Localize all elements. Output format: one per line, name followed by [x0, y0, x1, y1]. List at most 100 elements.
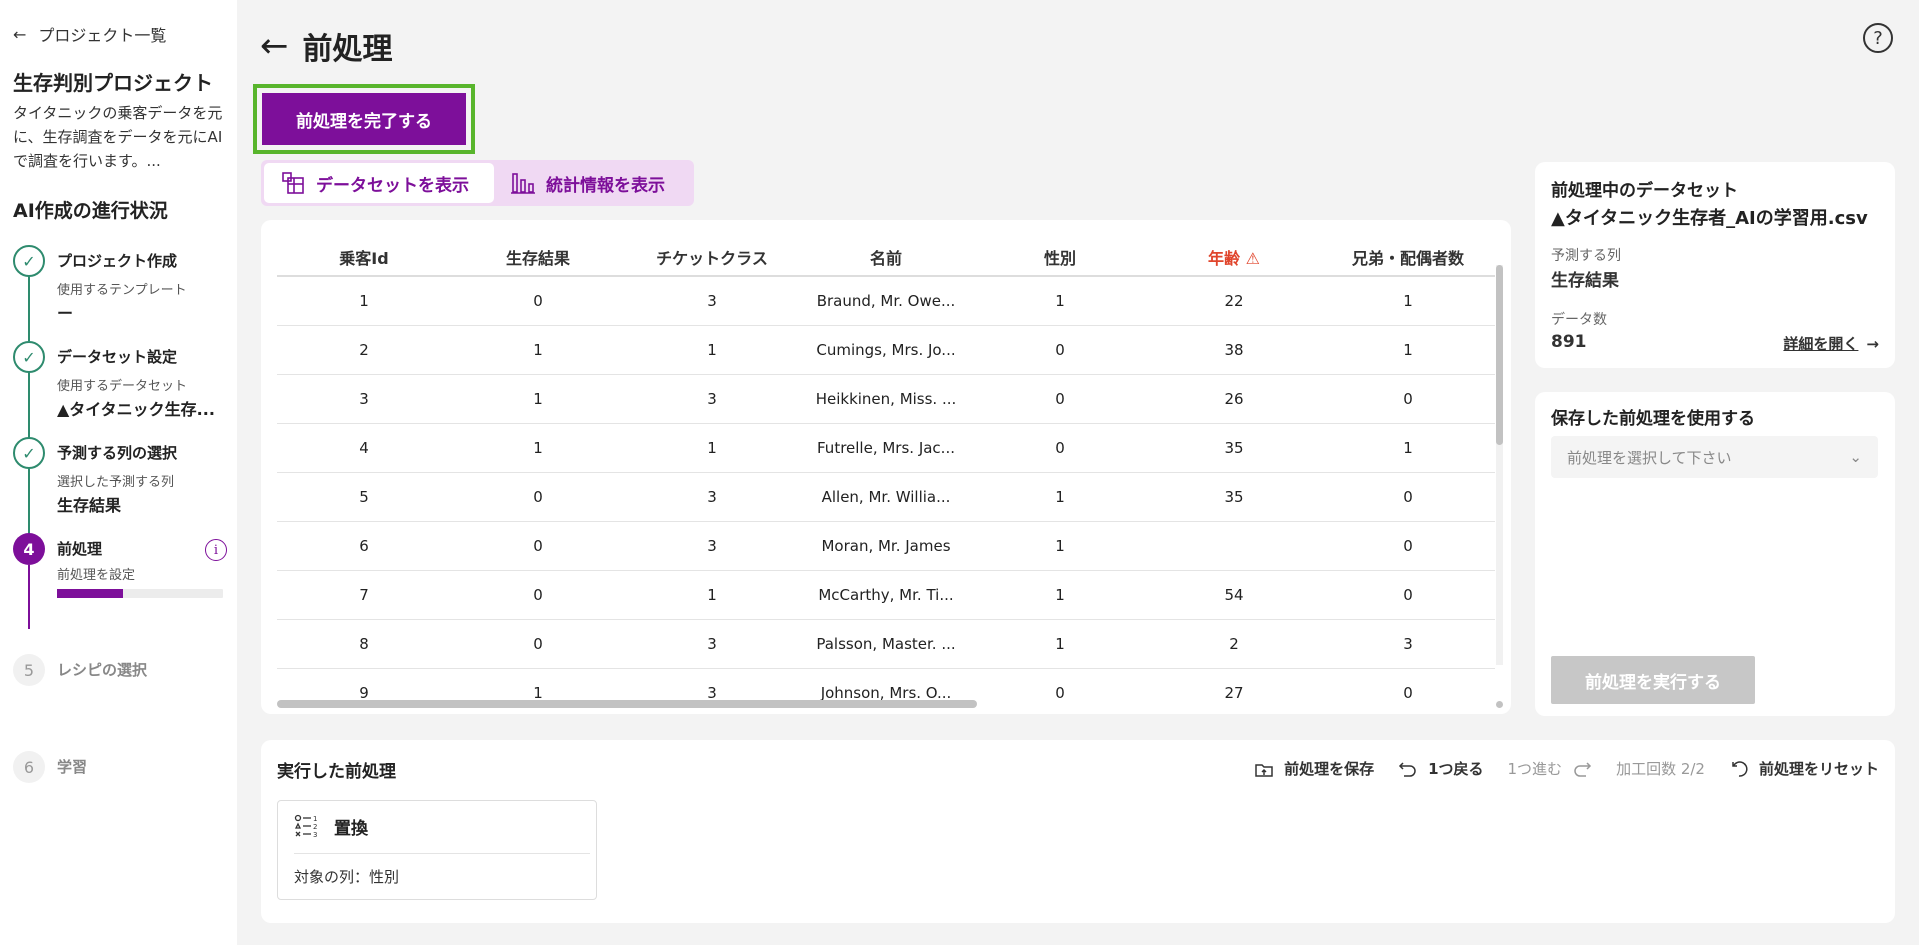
executed-heading: 実行した前処理 [277, 762, 396, 782]
svg-text:1: 1 [313, 815, 317, 823]
saved-preprocess-select[interactable]: 前処理を選択して下さい ⌄ [1551, 436, 1878, 478]
table-cell: 1 [277, 276, 451, 326]
save-preprocess-button[interactable]: 前処理を保存 [1254, 758, 1374, 779]
complete-preprocess-button[interactable]: 前処理を完了する [262, 93, 466, 145]
save-label: 前処理を保存 [1284, 760, 1375, 778]
target-column-label: 予測する列 [1551, 248, 1621, 264]
table-cell: 0 [451, 521, 625, 571]
table-cell: 6 [277, 521, 451, 571]
step-number: 5 [13, 654, 45, 686]
table-cell: 1 [1321, 325, 1495, 375]
run-preprocess-button[interactable]: 前処理を実行する [1551, 656, 1755, 704]
table-cell: 1 [451, 325, 625, 375]
table-cell: 0 [973, 423, 1147, 473]
redo-icon [1574, 761, 1592, 777]
column-header[interactable]: 性別 [973, 238, 1147, 277]
table-cell: 0 [1321, 521, 1495, 571]
scrollbar-thumb[interactable] [1496, 265, 1503, 445]
column-header[interactable]: 名前 [799, 238, 973, 277]
step-title: 前処理 [57, 540, 103, 558]
data-count-value: 891 [1551, 332, 1587, 352]
svg-text:3: 3 [313, 831, 317, 839]
dataset-name: ▲タイタニック生存者_AIの学習用.csv [1551, 208, 1868, 229]
table-row[interactable]: 3 1 3 Heikkinen, Miss. ... 0 26 0 [277, 374, 1495, 424]
table-row[interactable]: 7 0 1 McCarthy, Mr. Ti... 1 54 0 [277, 570, 1495, 620]
replace-icon: 1 2 3 [294, 814, 317, 839]
horizontal-scrollbar[interactable] [277, 700, 1503, 708]
table-cell: 1 [451, 423, 625, 473]
table-cell: 0 [451, 276, 625, 326]
dataset-table: 乗客Id 生存結果 チケットクラス 名前 性別 年齢 ⚠ 兄弟・配偶者数 103… [277, 238, 1495, 714]
step-progress-bar [57, 589, 223, 598]
dataset-info-card: 前処理中のデータセット ▲タイタニック生存者_AIの学習用.csv 予測する列 … [1535, 162, 1895, 368]
back-arrow-icon[interactable]: ← [260, 29, 289, 63]
arrow-right-icon: → [1866, 334, 1879, 353]
executed-toolbar: 前処理を保存 1つ戻る 1つ進む 加工回数 2/2 前処理をリセット [1254, 758, 1879, 779]
reset-preprocess-button[interactable]: 前処理をリセット [1729, 758, 1879, 779]
show-dataset-label: データセットを表示 [316, 175, 469, 196]
table-cell: 1 [625, 423, 799, 473]
table-cell: 0 [451, 570, 625, 620]
back-to-projects-link[interactable]: ← プロジェクト一覧 [13, 22, 166, 46]
column-header[interactable]: 生存結果 [451, 238, 625, 277]
table-row[interactable]: 4 1 1 Futrelle, Mrs. Jac... 0 35 1 [277, 423, 1495, 473]
table-row[interactable]: 1 0 3 Braund, Mr. Owe... 1 22 1 [277, 276, 1495, 326]
show-dataset-tab[interactable]: データセットを表示 [264, 163, 494, 203]
step-subtitle: 前処理を設定 [57, 568, 136, 583]
table-cell: Allen, Mr. Willia... [799, 472, 973, 522]
column-header[interactable]: 乗客Id [277, 238, 451, 277]
table-cell: 1 [1321, 423, 1495, 473]
table-cell: 35 [1147, 423, 1321, 473]
column-header[interactable]: 兄弟・配偶者数 [1321, 238, 1495, 277]
info-icon[interactable]: i [205, 539, 227, 561]
step-subtitle: 選択した予測する列 [57, 475, 175, 490]
scrollbar-thumb[interactable] [277, 700, 977, 708]
table-cell: 2 [277, 325, 451, 375]
table-cell: Heikkinen, Miss. ... [799, 374, 973, 424]
step-title: レシピの選択 [57, 661, 148, 679]
open-details-label: 詳細を開く [1783, 335, 1859, 353]
operation-card[interactable]: 1 2 3 置換 対象の列：性別 [277, 800, 597, 900]
page-header: ← 前処理 [260, 24, 393, 68]
help-icon[interactable]: ? [1863, 23, 1893, 53]
table-cell: 1 [625, 570, 799, 620]
undo-label: 1つ戻る [1428, 760, 1484, 778]
column-header-label: 年齢 [1208, 248, 1241, 268]
step-number: 6 [13, 751, 45, 783]
table-cell: 0 [1321, 570, 1495, 620]
svg-text:2: 2 [313, 823, 317, 831]
table-cell: Cumings, Mrs. Jo... [799, 325, 973, 375]
table-cell: 54 [1147, 570, 1321, 620]
step-value: ー [57, 304, 74, 323]
executed-preprocess-card: 実行した前処理 前処理を保存 1つ戻る 1つ進む 加工回数 2/2 前処理をリセ… [261, 740, 1895, 923]
step-connector [28, 565, 30, 629]
table-cell: 1 [973, 570, 1147, 620]
show-stats-label: 統計情報を表示 [546, 175, 665, 196]
project-title: 生存判別プロジェクト [13, 71, 213, 95]
table-cell: 3 [1321, 619, 1495, 669]
column-header[interactable]: チケットクラス [625, 238, 799, 277]
table-header-row: 乗客Id 生存結果 チケットクラス 名前 性別 年齢 ⚠ 兄弟・配偶者数 [277, 238, 1495, 277]
bar-chart-icon [511, 173, 535, 194]
step-title: データセット設定 [57, 348, 178, 366]
show-stats-tab[interactable]: 統計情報を表示 [494, 163, 681, 203]
redo-button[interactable]: 1つ進む [1508, 758, 1593, 779]
table-cell: 1 [1321, 276, 1495, 326]
table-cell: 1 [973, 521, 1147, 571]
table-row[interactable]: 8 0 3 Palsson, Master. ... 1 2 3 [277, 619, 1495, 669]
table-row[interactable]: 5 0 3 Allen, Mr. Willia... 1 35 0 [277, 472, 1495, 522]
undo-button[interactable]: 1つ戻る [1398, 758, 1484, 779]
table-cell: 1 [973, 619, 1147, 669]
vertical-scrollbar[interactable] [1496, 265, 1503, 665]
open-details-link[interactable]: 詳細を開く → [1783, 333, 1879, 354]
step-connector [28, 372, 30, 438]
column-header-warning[interactable]: 年齢 ⚠ [1147, 238, 1321, 277]
page-title: 前処理 [302, 32, 393, 67]
table-cell: Braund, Mr. Owe... [799, 276, 973, 326]
dataset-table-card: 乗客Id 生存結果 チケットクラス 名前 性別 年齢 ⚠ 兄弟・配偶者数 103… [261, 220, 1511, 714]
table-row[interactable]: 6 0 3 Moran, Mr. James 1 0 [277, 521, 1495, 571]
table-cell: 35 [1147, 472, 1321, 522]
table-cell: McCarthy, Mr. Ti... [799, 570, 973, 620]
check-icon: ✓ [13, 245, 45, 277]
table-row[interactable]: 2 1 1 Cumings, Mrs. Jo... 0 38 1 [277, 325, 1495, 375]
